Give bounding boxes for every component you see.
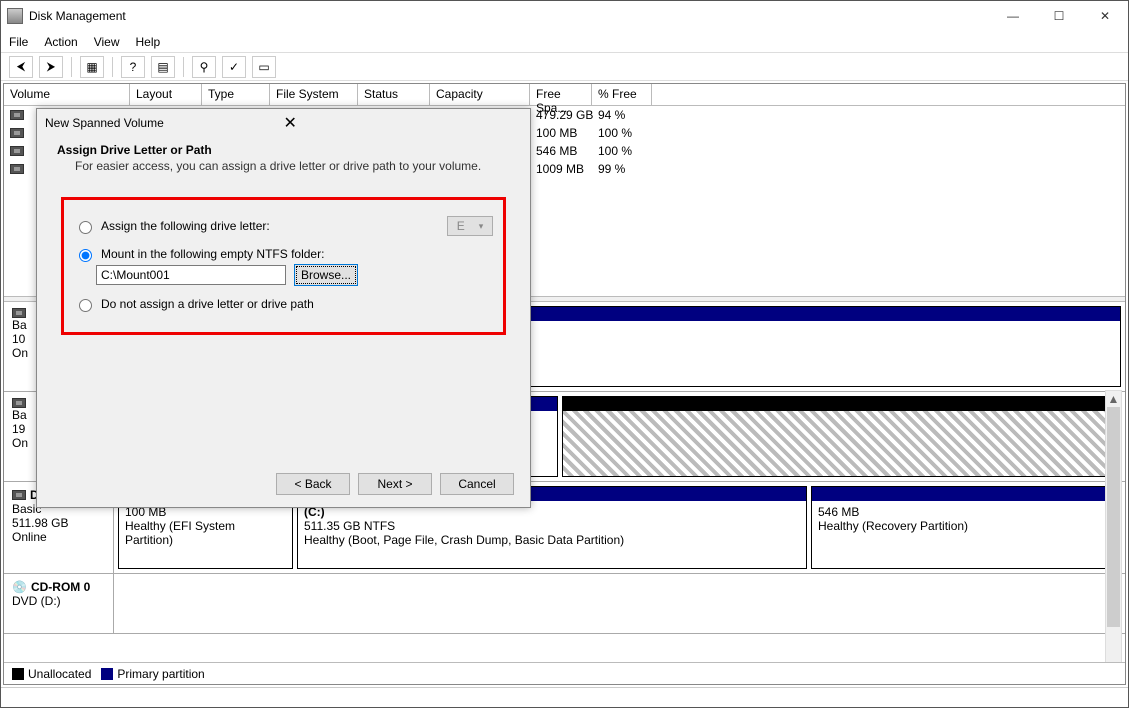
partition-unallocated[interactable]: [562, 396, 1121, 477]
browse-button[interactable]: Browse...: [294, 264, 358, 286]
disk-row: 💿CD-ROM 0 DVD (D:): [4, 574, 1125, 634]
next-button[interactable]: Next >: [358, 473, 432, 495]
legend-unallocated-label: Unallocated: [28, 667, 91, 681]
cancel-button[interactable]: Cancel: [440, 473, 514, 495]
toolbar-separator: [71, 57, 72, 77]
new-spanned-volume-dialog: New Spanned Volume ✕ Assign Drive Letter…: [36, 108, 531, 508]
app-window: Disk Management — ☐ ✕ File Action View H…: [0, 0, 1129, 708]
label-mount-folder: Mount in the following empty NTFS folder…: [101, 247, 324, 261]
volume-icon: [10, 146, 24, 156]
toolbar-separator: [183, 57, 184, 77]
disk-icon: [12, 308, 26, 318]
menu-help[interactable]: Help: [136, 35, 161, 49]
volume-icon: [10, 164, 24, 174]
drive-letter-select[interactable]: E: [447, 216, 493, 236]
partition[interactable]: 546 MB Healthy (Recovery Partition): [811, 486, 1121, 569]
col-layout[interactable]: Layout: [130, 84, 202, 105]
help-icon[interactable]: ?: [121, 56, 145, 78]
statusbar: [1, 687, 1128, 709]
check-icon[interactable]: ✓: [222, 56, 246, 78]
dialog-subheading: For easier access, you can assign a driv…: [57, 159, 510, 173]
col-blank: [652, 84, 1125, 105]
titlebar: Disk Management — ☐ ✕: [1, 1, 1128, 31]
menu-file[interactable]: File: [9, 35, 28, 49]
maximize-button[interactable]: ☐: [1036, 1, 1082, 31]
col-volume[interactable]: Volume: [4, 84, 130, 105]
menubar: File Action View Help: [1, 31, 1128, 53]
col-status[interactable]: Status: [358, 84, 430, 105]
mount-path-input[interactable]: [96, 265, 286, 285]
back-icon[interactable]: ⮜: [9, 56, 33, 78]
volume-icon: [10, 110, 24, 120]
window-title: Disk Management: [29, 9, 990, 23]
highlight-box: Assign the following drive letter: E Mou…: [61, 197, 506, 335]
properties-icon[interactable]: ▭: [252, 56, 276, 78]
refresh-icon[interactable]: ⚲: [192, 56, 216, 78]
radio-no-assign[interactable]: [79, 299, 92, 312]
dialog-heading: Assign Drive Letter or Path: [57, 143, 510, 157]
scroll-up-icon[interactable]: ▲: [1106, 391, 1121, 407]
legend-primary-label: Primary partition: [117, 667, 204, 681]
label-assign-letter: Assign the following drive letter:: [101, 219, 270, 233]
back-button[interactable]: < Back: [276, 473, 350, 495]
minimize-button[interactable]: —: [990, 1, 1036, 31]
col-type[interactable]: Type: [202, 84, 270, 105]
forward-icon[interactable]: ⮞: [39, 56, 63, 78]
menu-view[interactable]: View: [94, 35, 120, 49]
volume-icon: [10, 128, 24, 138]
legend-unallocated-swatch: [12, 668, 24, 680]
list-icon[interactable]: ▤: [151, 56, 175, 78]
volume-list-header: Volume Layout Type File System Status Ca…: [4, 84, 1125, 106]
scrollbar-thumb[interactable]: [1107, 407, 1120, 627]
dialog-title: New Spanned Volume: [45, 116, 284, 130]
legend-primary-swatch: [101, 668, 113, 680]
col-capacity[interactable]: Capacity: [430, 84, 530, 105]
disk-icon: [12, 398, 26, 408]
col-free[interactable]: Free Spa...: [530, 84, 592, 105]
col-fs[interactable]: File System: [270, 84, 358, 105]
app-icon: [7, 8, 23, 24]
grid-icon[interactable]: ▦: [80, 56, 104, 78]
cdrom-icon: 💿: [12, 580, 27, 594]
disk-icon: [12, 490, 26, 500]
label-no-assign: Do not assign a drive letter or drive pa…: [101, 297, 314, 311]
toolbar-separator: [112, 57, 113, 77]
close-button[interactable]: ✕: [1082, 1, 1128, 31]
dialog-close-button[interactable]: ✕: [284, 113, 523, 133]
legend: Unallocated Primary partition: [4, 662, 1125, 684]
radio-mount-folder[interactable]: [79, 249, 92, 262]
menu-action[interactable]: Action: [44, 35, 77, 49]
vertical-scrollbar[interactable]: ▲ ▼: [1105, 390, 1122, 678]
toolbar: ⮜ ⮞ ▦ ? ▤ ⚲ ✓ ▭: [1, 53, 1128, 81]
col-pct[interactable]: % Free: [592, 84, 652, 105]
radio-assign-letter[interactable]: [79, 221, 92, 234]
